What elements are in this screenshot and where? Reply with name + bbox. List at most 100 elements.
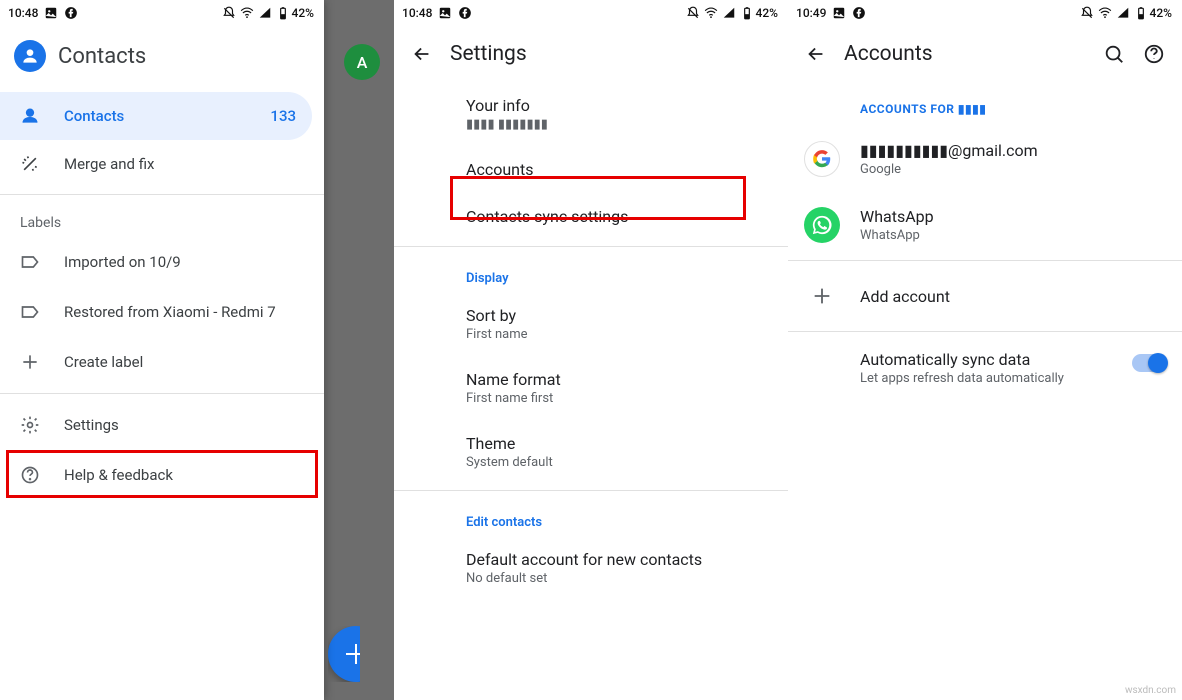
create-label[interactable]: Create label [0,337,324,387]
label-restored-text: Restored from Xiaomi - Redmi 7 [64,303,276,321]
row-sync-settings[interactable]: Contacts sync settings [450,193,788,240]
person-icon [20,106,40,126]
status-bar: 10:48 42% [394,0,788,26]
divider [394,246,788,247]
divider [788,260,1182,261]
battery-percent: 42% [292,6,314,20]
add-account-label: Add account [860,287,950,306]
auto-sync-subtitle: Let apps refresh data automatically [860,371,1132,386]
battery-icon [740,6,754,20]
clock: 10:49 [796,6,826,20]
theme-title: Theme [466,434,772,453]
app-bar: Accounts [788,26,1182,82]
account-whatsapp[interactable]: WhatsApp WhatsApp [788,192,1182,258]
accounts-for-heading: Accounts for ▮▮▮▮ [788,82,1182,126]
contacts-logo-icon [14,40,46,72]
battery-percent: 42% [1150,6,1172,20]
profile-avatar[interactable]: A [344,44,380,80]
page-title: Accounts [844,42,933,66]
facebook-icon [458,6,472,20]
navigation-drawer: 10:48 42% Contacts Contacts [0,0,324,700]
whatsapp-icon [804,207,840,243]
sync-settings-label: Contacts sync settings [466,207,772,226]
row-name-format[interactable]: Name format First name first [450,356,788,420]
status-bar: 10:49 42% [788,0,1182,26]
whatsapp-title: WhatsApp [860,207,934,226]
whatsapp-provider: WhatsApp [860,228,934,243]
default-account-title: Default account for new contacts [466,550,772,569]
plus-icon [20,352,40,372]
your-info-title: Your info [466,96,772,115]
clock: 10:48 [402,6,432,20]
image-icon [832,6,846,20]
create-label-text: Create label [64,353,143,371]
row-default-account[interactable]: Default account for new contacts No defa… [450,536,788,600]
row-accounts[interactable]: Accounts [450,146,788,193]
app-title: Contacts [58,44,146,69]
sort-by-title: Sort by [466,306,772,325]
page-title: Settings [450,42,527,66]
gear-icon [20,415,40,435]
accounts-label: Accounts [466,160,772,179]
battery-icon [1134,6,1148,20]
image-icon [438,6,452,20]
wifi-icon [1098,6,1112,20]
default-account-value: No default set [466,571,772,586]
drawer-header: Contacts [0,26,324,82]
signal-icon [1116,6,1130,20]
divider [0,194,324,195]
watermark: wsxdn.com [1125,685,1176,696]
label-imported[interactable]: Imported on 10/9 [0,237,324,287]
wifi-icon [240,6,254,20]
contacts-count: 133 [270,107,296,125]
wand-icon [20,154,40,174]
nav-help[interactable]: Help & feedback [0,450,324,500]
row-theme[interactable]: Theme System default [450,420,788,484]
signal-icon [258,6,272,20]
app-bar: Settings [394,26,788,82]
divider [788,331,1182,332]
help-button[interactable] [1134,34,1174,74]
auto-sync-toggle[interactable] [1132,354,1166,372]
your-info-subtitle: ▮▮▮▮ ▮▮▮▮▮▮▮ [466,117,772,132]
screenshot-contacts-settings: 10:48 42% Settings Your info ▮▮▮▮ ▮▮▮▮▮▮… [394,0,788,700]
battery-percent: 42% [756,6,778,20]
back-button[interactable] [796,34,836,74]
dnd-icon [222,6,236,20]
back-button[interactable] [402,34,442,74]
nav-contacts[interactable]: Contacts 133 [0,92,312,140]
row-sort-by[interactable]: Sort by First name [450,292,788,356]
search-button[interactable] [1094,34,1134,74]
row-your-info[interactable]: Your info ▮▮▮▮ ▮▮▮▮▮▮▮ [450,82,788,146]
divider [394,490,788,491]
battery-icon [276,6,290,20]
account-google[interactable]: ▮▮▮▮▮▮▮▮▮▮@gmail.com Google [788,126,1182,192]
image-icon [44,6,58,20]
name-format-title: Name format [466,370,772,389]
nav-merge-fix[interactable]: Merge and fix [0,140,324,188]
google-email: ▮▮▮▮▮▮▮▮▮▮@gmail.com [860,141,1038,160]
help-label: Help & feedback [64,466,173,484]
label-restored[interactable]: Restored from Xiaomi - Redmi 7 [0,287,324,337]
section-display: Display [450,253,788,292]
auto-sync-row[interactable]: Automatically sync data Let apps refresh… [788,334,1182,402]
plus-icon [804,278,840,314]
nav-contacts-label: Contacts [64,107,124,125]
auto-sync-title: Automatically sync data [860,350,1132,369]
add-account[interactable]: Add account [788,263,1182,329]
screenshot-contacts-drawer: A 10:48 42% Contacts [0,0,394,700]
nav-settings[interactable]: Settings [0,400,324,450]
dimmed-background [324,0,394,700]
facebook-icon [852,6,866,20]
label-icon [20,302,40,322]
settings-label: Settings [64,416,119,434]
dnd-icon [686,6,700,20]
labels-heading: Labels [0,201,324,237]
nav-merge-label: Merge and fix [64,155,154,173]
divider [0,393,324,394]
dnd-icon [1080,6,1094,20]
google-provider: Google [860,162,1038,177]
label-icon [20,252,40,272]
help-icon [20,465,40,485]
status-bar: 10:48 42% [0,0,324,26]
